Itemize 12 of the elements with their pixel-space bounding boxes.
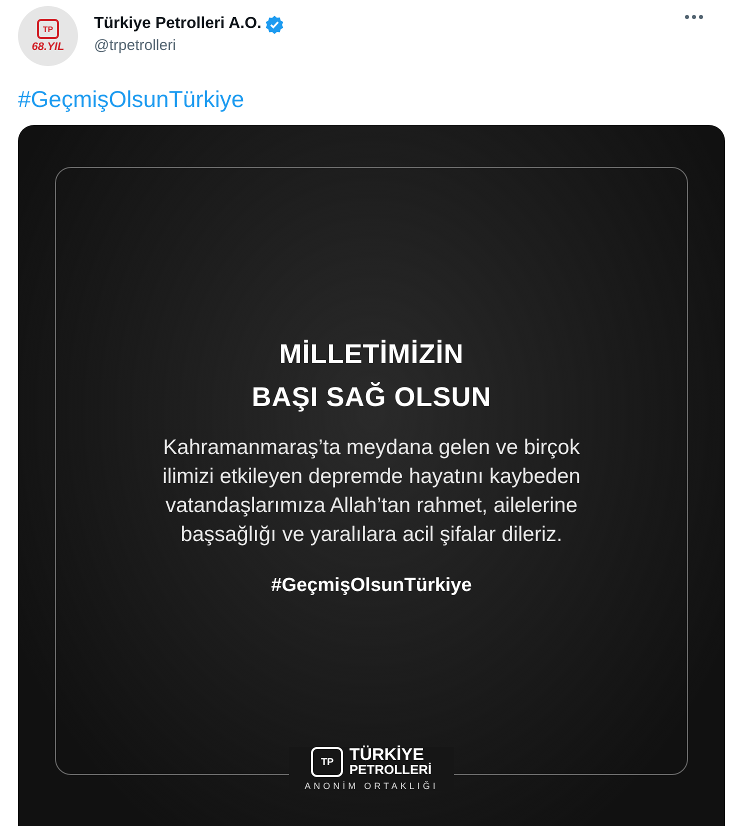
tweet-image[interactable]: [18, 125, 725, 826]
logo-caption: 68.YIL: [32, 41, 64, 53]
author-name[interactable]: Türkiye Petrolleri A.O.: [94, 15, 262, 33]
image-hashtag: #GeçmişOlsunTürkiye: [271, 575, 472, 597]
image-message: Kahramanmaraş’ta meydana gelen ve birçok ilimizi etkileyen depremde hayatını kaybeden vatandaşlarımıza Allah’tan rahmet, ailelerine başsağlığı ve yaralılara acil şifalar dileriz.: [162, 435, 582, 548]
logo-mark: TP: [37, 19, 59, 39]
logo-name: TÜRKİYE PETROLLERİ: [349, 747, 432, 777]
author-handle[interactable]: @trpetrolleri: [94, 36, 284, 54]
avatar[interactable]: TP 68.YIL: [18, 6, 78, 66]
logo-subtitle: ANONİM ORTAKLIĞI: [304, 781, 438, 791]
logo-mark: TP: [311, 747, 344, 777]
image-headline: MİLLETİMİZİN BAŞI SAĞ OLSUN: [252, 338, 492, 414]
